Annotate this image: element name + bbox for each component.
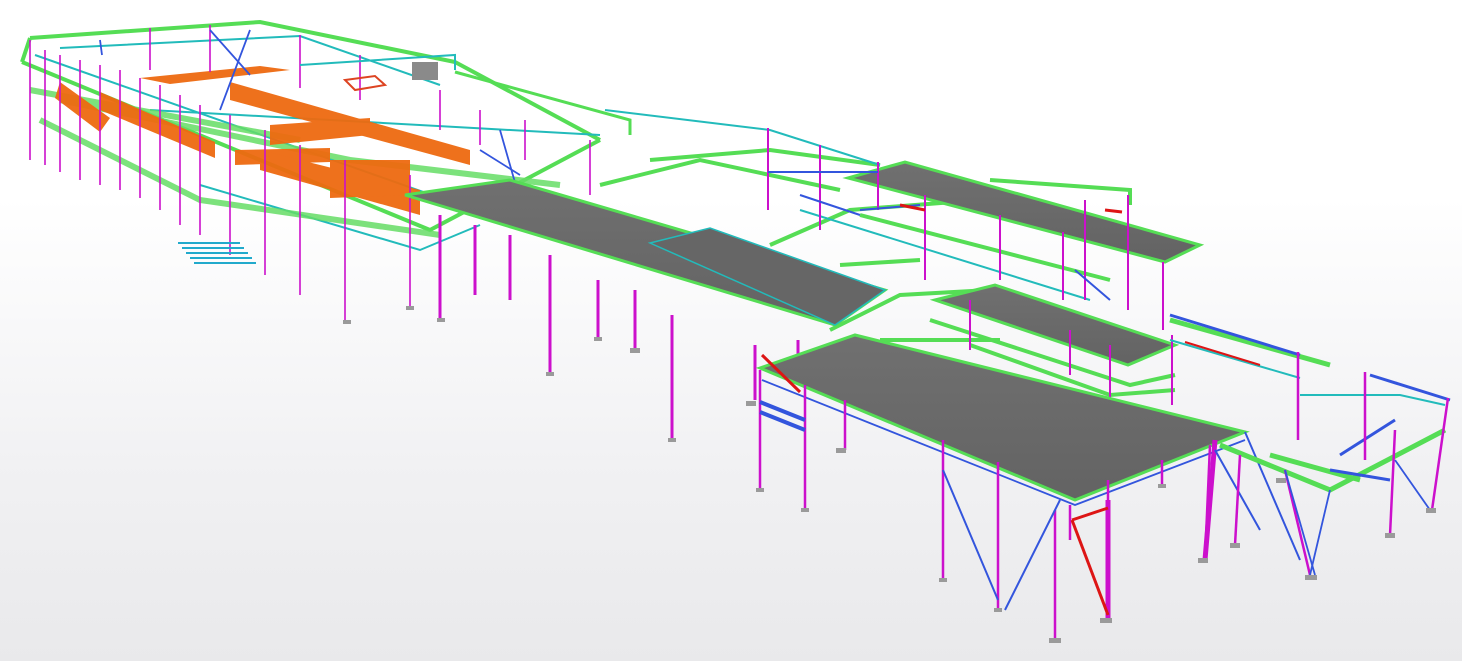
stair-element [178,242,256,264]
structural-model[interactable] [0,0,1462,661]
slab-a[interactable] [404,178,889,327]
slab-d-blue-frame [759,400,806,432]
slab-b[interactable] [842,160,1205,264]
3d-model-viewport[interactable] [0,0,1462,661]
left-building[interactable] [20,19,632,322]
